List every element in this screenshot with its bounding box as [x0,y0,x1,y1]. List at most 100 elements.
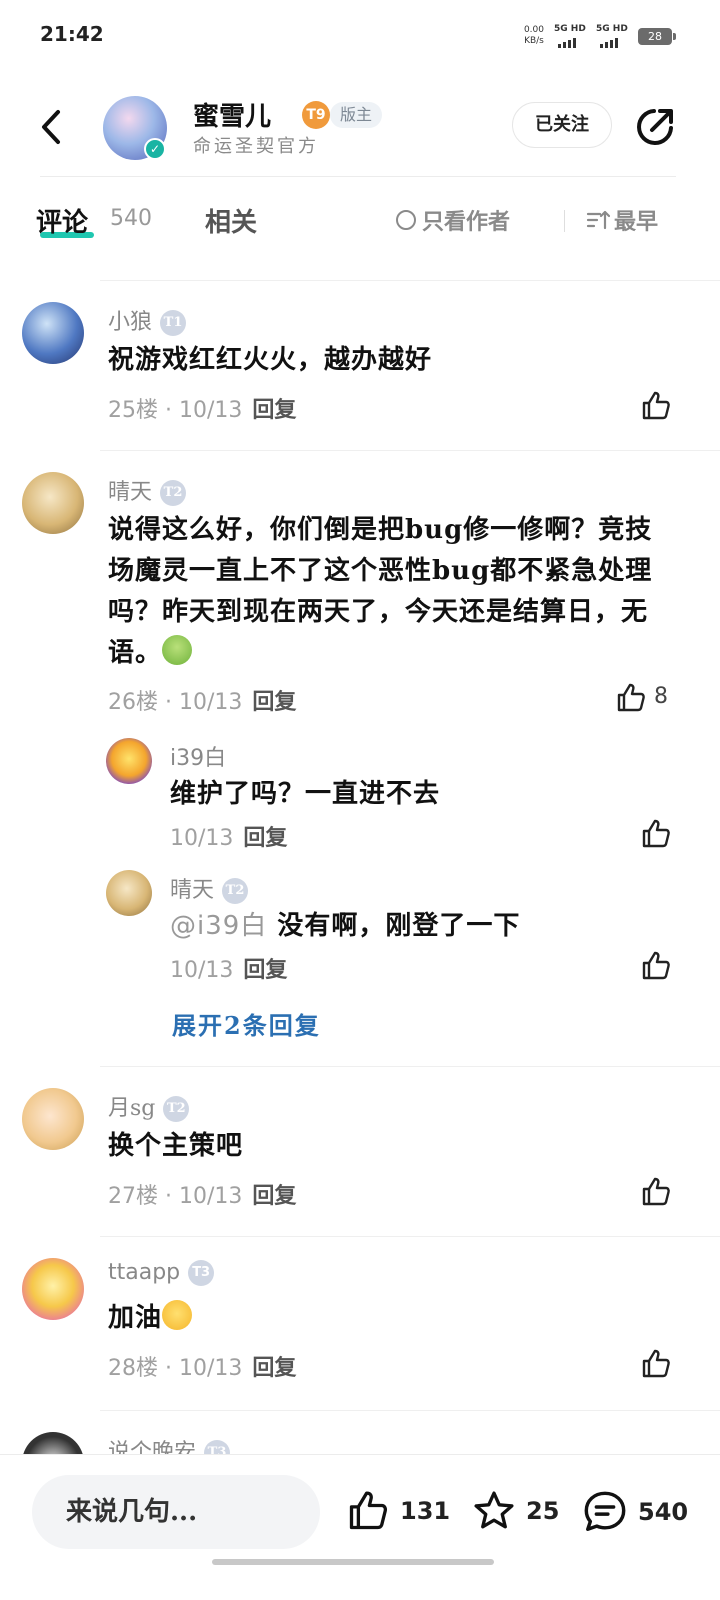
like-total: 131 [400,1497,451,1525]
tabs-divider [564,210,565,232]
reply-date: 10/13 [170,826,234,851]
tab-comments-count: 540 [110,206,152,231]
sick-emoji-icon [162,635,193,665]
avatar[interactable] [22,302,84,364]
thumbs-up-icon[interactable] [615,682,647,714]
share-icon[interactable] [634,106,676,148]
tab-comments[interactable]: 评论 [36,202,88,239]
author-subtitle: 命运圣契官方 [193,136,319,157]
reply-button[interactable]: 回复 [252,689,296,715]
bottom-action-bar: 来说几句... 131 25 540 [0,1454,720,1600]
reply-text: 维护了吗？一直进不去 [170,779,441,809]
comment-date: 10/13 [178,690,243,715]
reply-author[interactable]: i39白 [170,740,226,772]
comment-text: 加油 [108,1298,193,1339]
favorite-button[interactable]: 25 [472,1489,559,1533]
reply-button[interactable]: 回复 [243,825,287,851]
floor-number: 27楼 [108,1184,158,1209]
avatar[interactable] [106,738,152,784]
comment-date: 10/13 [178,1356,243,1381]
comment-text: 祝游戏红红火火，越办越好 [108,345,433,375]
reply-button[interactable]: 回复 [252,1355,296,1381]
level-badge: T2 [160,480,187,506]
reply-author[interactable]: 晴天 T2 [170,872,249,904]
reply-meta: 10/13 回复 [170,820,287,852]
thumbs-up-icon[interactable] [640,818,672,850]
expand-replies-link[interactable]: 展开2条回复 [172,1006,321,1041]
home-indicator[interactable] [212,1559,494,1565]
comment-author[interactable]: ttaapp T3 [108,1260,215,1286]
level-badge: T2 [163,1096,190,1122]
comment-author-name: 晴天 [108,480,153,505]
mention-link[interactable]: @i39白 [170,911,267,941]
signal-icon-2: 5G HD [596,24,628,48]
comment-author-name: 月sg [108,1096,156,1121]
moderator-badge: 版主 [330,102,383,128]
sim1-label: 5G HD [554,24,586,34]
thumbs-up-icon [349,1491,387,1530]
comment-meta: 25楼 · 10/13 回复 [108,397,297,423]
floor-number: 25楼 [108,398,158,423]
comment-date: 10/13 [178,1184,243,1209]
comment-author-name: 小狼 [108,310,153,335]
comment-author-name: ttaapp [108,1260,181,1285]
like-count: 8 [654,684,668,709]
avatar[interactable] [22,472,84,534]
star-icon [474,1491,514,1529]
divider [100,1410,720,1411]
floor-number: 26楼 [108,690,158,715]
comment-bubble-icon [584,1491,626,1531]
header-divider [40,176,676,177]
net-speed: 0.00 KB/s [524,25,544,47]
thumbs-up-icon[interactable] [640,1176,672,1208]
thumbs-up-icon[interactable] [640,390,672,422]
favorite-total: 25 [526,1497,560,1525]
status-bar: 21:42 0.00 KB/s 5G HD 5G HD 28 [0,0,720,72]
avatar[interactable] [106,870,152,916]
status-icons: 0.00 KB/s 5G HD 5G HD 28 [524,24,676,48]
floor-number: 28楼 [108,1356,158,1381]
radio-icon [396,210,416,230]
level-badge: T1 [160,310,187,336]
comments-button[interactable]: 540 [582,1489,688,1535]
reply-meta: 10/13 回复 [170,952,287,984]
comment-text-content: 加油 [108,1303,163,1333]
divider [100,280,720,281]
level-badge: T3 [188,1260,215,1286]
comment-meta: 26楼 · 10/13 回复 [108,689,297,715]
battery-icon: 28 [638,27,676,45]
reply-date: 10/13 [170,958,234,983]
sort-toggle[interactable]: 最早 [586,204,658,236]
status-time: 21:42 [40,22,104,46]
author-level-badge: T9 [302,101,330,129]
comment-tabs: 评论 540 相关 只看作者 最早 [0,190,720,260]
comment-author[interactable]: 小狼 T1 [108,304,187,336]
comment-author[interactable]: 月sg T2 [108,1090,190,1122]
comment-input[interactable]: 来说几句... [32,1475,320,1549]
reply-author-name: 晴天 [170,878,215,903]
avatar[interactable] [22,1088,84,1150]
back-arrow-icon[interactable] [34,106,70,148]
reply-button[interactable]: 回复 [243,957,287,983]
tab-related[interactable]: 相关 [205,202,257,239]
comment-meta: 28楼 · 10/13 回复 [108,1355,297,1381]
comment-date: 10/13 [178,398,243,423]
author-name[interactable]: 蜜雪儿 [193,96,271,133]
like-button[interactable]: 131 [346,1489,450,1533]
thumbs-up-icon[interactable] [640,950,672,982]
avatar[interactable] [22,1258,84,1320]
reply-button[interactable]: 回复 [252,1183,296,1209]
thumbs-up-icon[interactable] [640,1348,672,1380]
comment-meta: 27楼 · 10/13 回复 [108,1183,297,1209]
reply-button[interactable]: 回复 [252,397,296,423]
divider [100,450,720,451]
author-only-toggle[interactable]: 只看作者 [396,204,510,236]
comment-author[interactable]: 晴天 T2 [108,474,187,506]
net-speed-value: 0.00 [523,25,544,35]
comments-total: 540 [638,1498,689,1526]
sort-label: 最早 [614,209,659,235]
post-header: ✓ 蜜雪儿 T9 版主 命运圣契官方 已关注 [0,80,720,176]
divider [100,1236,720,1237]
divider [100,1066,720,1067]
follow-button[interactable]: 已关注 [512,102,612,148]
